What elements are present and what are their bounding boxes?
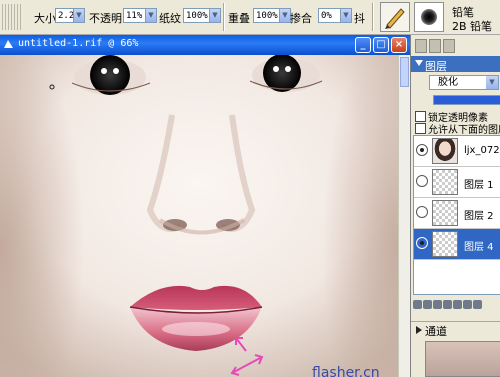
painter-doc-icon <box>4 40 13 48</box>
layer-mask-icon[interactable] <box>423 300 432 309</box>
document-titlebar[interactable]: untitled-1.rif @ 66% _ □ × <box>0 35 410 55</box>
pick-up-underlying-row[interactable]: 允许从下面的图层 <box>415 121 500 136</box>
separator <box>223 3 225 31</box>
watermark-text: flasher.cn <box>312 365 380 377</box>
minimize-button[interactable]: _ <box>355 37 371 53</box>
layer-name: ljx_072.j <box>464 145 500 156</box>
eye-icon[interactable] <box>416 237 428 249</box>
layer-name: 图层 4 <box>464 242 494 253</box>
dynamic-plugin-icon[interactable] <box>433 300 442 309</box>
close-button[interactable]: × <box>391 37 407 53</box>
layer-opacity-slider[interactable] <box>433 95 500 105</box>
vertical-scrollbar[interactable] <box>398 55 410 377</box>
brush-tip-button[interactable] <box>414 2 444 32</box>
layer-row[interactable]: 图层 2 <box>414 198 500 229</box>
size-dropdown[interactable]: ▼ <box>73 8 85 23</box>
opacity-label: 不透明 <box>89 12 122 25</box>
layer-thumbnail <box>432 200 458 226</box>
painting-canvas[interactable]: flasher.cn <box>0 55 398 377</box>
scrollbar-thumb[interactable] <box>400 57 409 87</box>
layer-thumbnail <box>432 231 458 257</box>
document-window: untitled-1.rif @ 66% _ □ × flasher.cn <box>0 35 410 377</box>
blend-mode-value: 胶化 <box>438 77 458 88</box>
layer-row[interactable]: ljx_072.j <box>414 136 500 167</box>
new-layer-icon[interactable] <box>413 300 422 309</box>
panel-tab-icon[interactable] <box>443 39 455 53</box>
bleed-label: 掺合 <box>290 12 312 25</box>
delete-layer-icon[interactable] <box>463 300 472 309</box>
document-title: untitled-1.rif @ 66% <box>18 38 139 49</box>
layers-panel: 图层 胶化 ▼ 锁定透明像素 允许从下面的图层 ljx_072.j 图层 1 图… <box>410 35 500 377</box>
layer-tools-bar <box>413 299 500 313</box>
navigator-preview <box>425 341 500 377</box>
opacity-dropdown[interactable]: ▼ <box>145 8 157 23</box>
group-icon[interactable] <box>443 300 452 309</box>
layers-panel-header[interactable]: 图层 <box>411 56 500 73</box>
paper-field[interactable]: 100% <box>183 8 211 23</box>
paper-dropdown[interactable]: ▼ <box>209 8 221 23</box>
lock-icon[interactable] <box>453 300 462 309</box>
resat-label: 重叠 <box>228 12 250 25</box>
brush-variant-label: 2B 铅笔 <box>452 20 493 33</box>
channels-panel-header[interactable]: 通道 <box>411 321 500 338</box>
brush-category-button[interactable] <box>380 2 410 32</box>
pencil-icon <box>385 8 405 29</box>
jitter-label: 抖 <box>354 12 365 25</box>
layer-thumbnail <box>432 169 458 195</box>
chevron-down-icon: ▼ <box>486 76 498 89</box>
channels-panel-title: 通道 <box>425 325 447 338</box>
options-icon[interactable] <box>473 300 482 309</box>
eye-icon[interactable] <box>416 144 428 156</box>
size-label: 大小 <box>34 12 56 25</box>
separator <box>372 3 374 31</box>
layer-name: 图层 2 <box>464 211 494 222</box>
panel-top-icons <box>415 39 499 53</box>
layers-panel-title: 图层 <box>425 60 447 73</box>
eye-icon[interactable] <box>416 175 428 187</box>
panel-tab-icon[interactable] <box>415 39 427 53</box>
opacity-field[interactable]: 11% <box>123 8 147 23</box>
blend-mode-select[interactable]: 胶化 ▼ <box>429 75 499 90</box>
layer-row[interactable]: 图层 1 <box>414 167 500 198</box>
maximize-button[interactable]: □ <box>373 37 389 53</box>
face-painting <box>0 55 398 377</box>
resat-field[interactable]: 100% <box>253 8 281 23</box>
expand-arrow-icon <box>416 326 422 334</box>
eye-icon[interactable] <box>416 206 428 218</box>
bleed-field[interactable]: 0% <box>318 8 342 23</box>
panel-tab-icon[interactable] <box>429 39 441 53</box>
property-bar: 大小 2.2 ▼ 不透明 11% ▼ 纸纹 100% ▼ 重叠 100% ▼ 掺… <box>0 0 500 35</box>
layer-row-selected[interactable]: 图层 4 <box>414 229 500 260</box>
paper-label: 纸纹 <box>159 12 181 25</box>
brush-tip-icon <box>421 9 437 25</box>
toolbar-grip[interactable] <box>2 4 22 30</box>
bleed-dropdown[interactable]: ▼ <box>340 8 352 23</box>
layer-thumbnail <box>432 138 458 164</box>
layer-name: 图层 1 <box>464 180 494 191</box>
collapse-arrow-icon <box>415 60 423 66</box>
pick-up-underlying-checkbox[interactable] <box>415 123 426 134</box>
layer-list: ljx_072.j 图层 1 图层 2 图层 4 <box>413 135 500 295</box>
